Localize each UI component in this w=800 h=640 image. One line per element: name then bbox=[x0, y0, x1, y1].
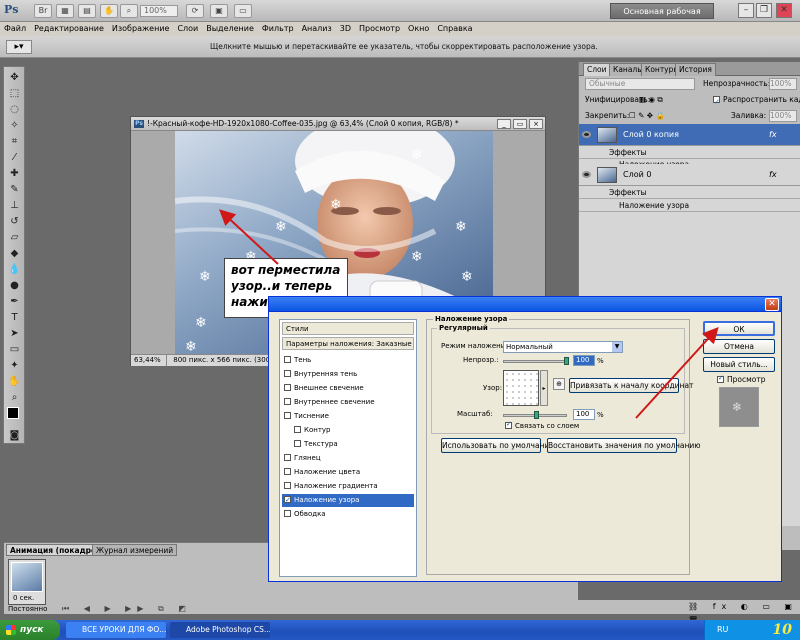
taskbar-item-label: Adobe Photoshop CS... bbox=[186, 625, 270, 634]
tutorial-arrows bbox=[219, 209, 719, 419]
arrow-to-ok bbox=[635, 327, 719, 419]
arrow-to-pattern bbox=[219, 209, 279, 265]
taskbar-item-browser[interactable]: ВСЕ УРОКИ ДЛЯ ФО... bbox=[66, 622, 166, 638]
taskbar-item-label: ВСЕ УРОКИ ДЛЯ ФО... bbox=[82, 625, 166, 634]
start-label: пуск bbox=[20, 625, 44, 635]
language-indicator[interactable]: RU bbox=[705, 625, 728, 634]
clock[interactable]: 10 bbox=[773, 620, 792, 640]
start-button[interactable]: пуск bbox=[0, 620, 60, 640]
windows-logo-icon bbox=[6, 625, 16, 635]
system-tray: RU 10 bbox=[704, 620, 800, 640]
taskbar-item-photoshop[interactable]: Adobe Photoshop CS... bbox=[170, 622, 270, 638]
windows-taskbar: пуск ВСЕ УРОКИ ДЛЯ ФО... Adobe Photoshop… bbox=[0, 620, 800, 640]
